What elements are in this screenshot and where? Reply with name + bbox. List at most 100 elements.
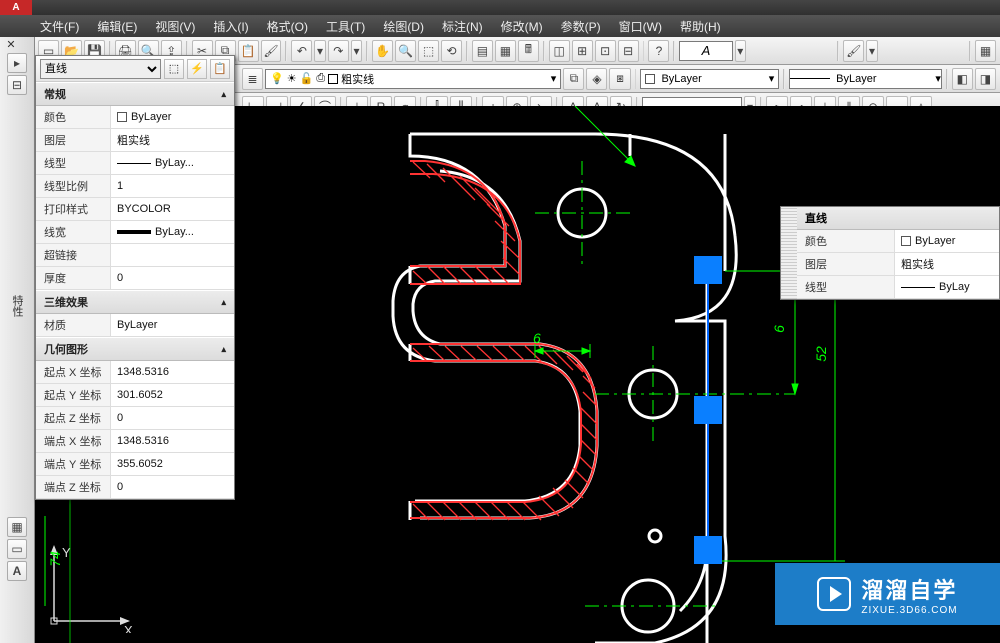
prop-value[interactable]: ByLayer bbox=[111, 314, 234, 336]
layer-combo[interactable]: 💡 ☀ 🔓 ⎙ 粗实线 ▾ bbox=[265, 69, 561, 89]
menu-format[interactable]: 格式(O) bbox=[267, 18, 308, 35]
menu-modify[interactable]: 修改(M) bbox=[501, 18, 543, 35]
dock-grid-icon[interactable]: ▦ bbox=[7, 517, 27, 537]
property-row[interactable]: 材质ByLayer bbox=[36, 314, 234, 337]
property-row[interactable]: 打印样式BYCOLOR bbox=[36, 198, 234, 221]
menu-edit[interactable]: 编辑(E) bbox=[97, 18, 137, 35]
pan-icon[interactable]: ✋ bbox=[372, 40, 393, 62]
tool-palette-icon[interactable]: ▦ bbox=[495, 40, 516, 62]
menu-view[interactable]: 视图(V) bbox=[155, 18, 195, 35]
help-icon[interactable]: ? bbox=[648, 40, 669, 62]
palette2-gripper[interactable] bbox=[781, 207, 797, 299]
menu-tools[interactable]: 工具(T) bbox=[326, 18, 365, 35]
undo-icon[interactable]: ↶ bbox=[291, 40, 312, 62]
prop-value[interactable]: 301.6052 bbox=[111, 384, 234, 406]
menu-draw[interactable]: 绘图(D) bbox=[383, 18, 424, 35]
prop-value[interactable]: BYCOLOR bbox=[111, 198, 234, 220]
extra-btn1-icon[interactable]: ◧ bbox=[952, 68, 973, 90]
property-row[interactable]: 颜色ByLayer bbox=[797, 230, 999, 253]
prop-value[interactable]: ByLay... bbox=[111, 221, 234, 243]
extra-btn2-icon[interactable]: ◨ bbox=[975, 68, 996, 90]
property-row[interactable]: 起点 X 坐标1348.5316 bbox=[36, 361, 234, 384]
prop-value[interactable]: 1348.5316 bbox=[111, 361, 234, 383]
dock-arrow-icon[interactable]: ▸ bbox=[7, 53, 27, 73]
prop-value[interactable]: 0 bbox=[111, 267, 234, 289]
table-icon[interactable]: ▦ bbox=[975, 40, 996, 62]
brush-drop-icon[interactable]: ▾ bbox=[866, 40, 877, 62]
brush-icon[interactable]: 🖌 bbox=[843, 40, 864, 62]
zoom-window-icon[interactable]: ⬚ bbox=[418, 40, 439, 62]
lineweight-combo[interactable]: ByLayer ▾ bbox=[789, 69, 942, 89]
prop-value[interactable]: 1 bbox=[111, 175, 234, 197]
prop-value[interactable]: 0 bbox=[111, 476, 234, 498]
property-row[interactable]: 图层粗实线 bbox=[36, 129, 234, 152]
prop-value[interactable]: ByLayer bbox=[111, 106, 234, 128]
property-row[interactable]: 起点 Z 坐标0 bbox=[36, 407, 234, 430]
palette-quickselect-icon[interactable]: ⚡ bbox=[187, 59, 207, 79]
object-type-select[interactable]: 直线 bbox=[40, 59, 161, 79]
prop-value[interactable]: 粗实线 bbox=[111, 129, 234, 151]
close-panel-icon[interactable]: ✕ bbox=[4, 37, 18, 51]
prop-value[interactable]: 1348.5316 bbox=[111, 430, 234, 452]
grip-endpoint-top[interactable] bbox=[694, 256, 722, 284]
quick-properties-palette[interactable]: 直线 颜色ByLayer图层粗实线线型ByLay bbox=[780, 206, 1000, 300]
palette-pim-icon[interactable]: 📋 bbox=[210, 59, 230, 79]
zoom-icon[interactable]: 🔍 bbox=[395, 40, 416, 62]
property-row[interactable]: 线型比例1 bbox=[36, 175, 234, 198]
sheet-icon[interactable]: ▤ bbox=[472, 40, 493, 62]
layer-state-icon[interactable]: ⧉ bbox=[563, 68, 584, 90]
prop-value[interactable]: ByLay... bbox=[111, 152, 234, 174]
property-row[interactable]: 线型ByLay... bbox=[36, 152, 234, 175]
prop-value[interactable]: ByLay bbox=[895, 276, 999, 298]
layer-walk-icon[interactable]: ⧆ bbox=[609, 68, 630, 90]
menu-help[interactable]: 帮助(H) bbox=[680, 18, 721, 35]
calc-icon[interactable]: 🖩 bbox=[518, 40, 539, 62]
menu-window[interactable]: 窗口(W) bbox=[619, 18, 662, 35]
property-row[interactable]: 端点 Y 坐标355.6052 bbox=[36, 453, 234, 476]
palette-picker-icon[interactable]: ⬚ bbox=[164, 59, 184, 79]
properties-palette[interactable]: 直线 ⬚ ⚡ 📋 常规▴ 颜色ByLayer图层粗实线线型ByLay...线型比… bbox=[35, 55, 235, 500]
section-general[interactable]: 常规▴ bbox=[36, 82, 234, 106]
zoom-prev-icon[interactable]: ⟲ bbox=[441, 40, 462, 62]
prop-value[interactable]: 355.6052 bbox=[111, 453, 234, 475]
section-geometry[interactable]: 几何图形▴ bbox=[36, 337, 234, 361]
dock-a-icon[interactable]: A bbox=[7, 561, 27, 581]
prop-value[interactable]: 粗实线 bbox=[895, 253, 999, 275]
grip-endpoint-bottom[interactable] bbox=[694, 536, 722, 564]
property-row[interactable]: 端点 X 坐标1348.5316 bbox=[36, 430, 234, 453]
layer-iso-icon[interactable]: ◈ bbox=[586, 68, 607, 90]
grip-midpoint[interactable] bbox=[694, 396, 722, 424]
section-threed[interactable]: 三维效果▴ bbox=[36, 290, 234, 314]
dock-doc-icon[interactable]: ▭ bbox=[7, 539, 27, 559]
prop-value[interactable] bbox=[111, 244, 234, 266]
property-row[interactable]: 厚度0 bbox=[36, 267, 234, 290]
undo-drop-icon[interactable]: ▾ bbox=[314, 40, 325, 62]
block-icon[interactable]: ◫ bbox=[549, 40, 570, 62]
prop-value[interactable]: ByLayer bbox=[895, 230, 999, 252]
redo-icon[interactable]: ↷ bbox=[328, 40, 349, 62]
menu-dim[interactable]: 标注(N) bbox=[442, 18, 483, 35]
property-row[interactable]: 端点 Z 坐标0 bbox=[36, 476, 234, 499]
prop-value[interactable]: 0 bbox=[111, 407, 234, 429]
property-row[interactable]: 线型ByLay bbox=[797, 276, 999, 299]
property-row[interactable]: 图层粗实线 bbox=[797, 253, 999, 276]
paste-icon[interactable]: 📋 bbox=[238, 40, 259, 62]
match-icon[interactable]: 🖌 bbox=[261, 40, 282, 62]
group-icon[interactable]: ⊡ bbox=[595, 40, 616, 62]
color-combo[interactable]: ByLayer ▾ bbox=[640, 69, 779, 89]
property-row[interactable]: 起点 Y 坐标301.6052 bbox=[36, 384, 234, 407]
titlebar-area[interactable] bbox=[32, 0, 1000, 15]
ungroup-icon[interactable]: ⊟ bbox=[618, 40, 639, 62]
property-row[interactable]: 颜色ByLayer bbox=[36, 106, 234, 129]
redo-drop-icon[interactable]: ▾ bbox=[351, 40, 362, 62]
layer-props-icon[interactable]: ≣ bbox=[242, 68, 263, 90]
text-style-combo[interactable]: A bbox=[679, 41, 732, 61]
menu-insert[interactable]: 插入(I) bbox=[213, 18, 248, 35]
text-style-drop-icon[interactable]: ▾ bbox=[735, 40, 746, 62]
property-row[interactable]: 超链接 bbox=[36, 244, 234, 267]
menu-param[interactable]: 参数(P) bbox=[561, 18, 601, 35]
dock-pin-icon[interactable]: ⊟ bbox=[7, 75, 27, 95]
property-row[interactable]: 线宽ByLay... bbox=[36, 221, 234, 244]
design-center-icon[interactable]: ⊞ bbox=[572, 40, 593, 62]
menu-file[interactable]: 文件(F) bbox=[40, 18, 79, 35]
